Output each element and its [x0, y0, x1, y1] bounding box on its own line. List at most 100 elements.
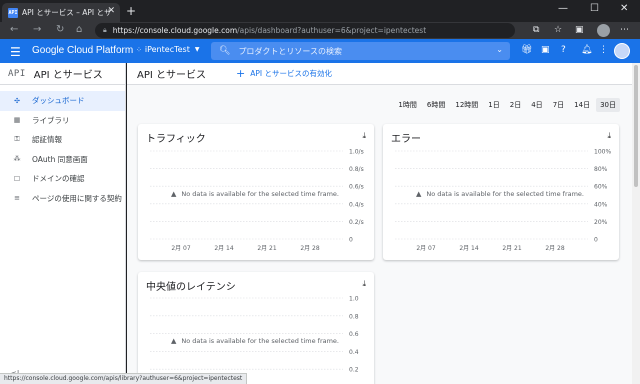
y-tick-label: 0 [349, 237, 353, 244]
search-icon: 🔍︎ [219, 46, 231, 56]
tab-title: API とサービス – API とサービス – iPe [22, 8, 110, 17]
new-tab-icon[interactable]: + [126, 4, 136, 18]
browser-profile-avatar[interactable] [597, 24, 610, 37]
browser-tab[interactable]: API API とサービス – API とサービス – iPe ✕ [2, 3, 120, 22]
window-close-icon[interactable]: ✕ [620, 3, 628, 14]
dashboard-icon: ✣ [14, 96, 20, 105]
url-host: https://console.cloud.google.com [112, 26, 238, 35]
time-range-1[interactable]: 6時間 [423, 98, 449, 112]
errors-card: エラー ⤓ 100% 80% 60% 40% 20% 0 2月 07 2月 14 2月 21 2月… [383, 124, 619, 260]
sidebar-item-credentials[interactable]: ⚿ 認証情報 [0, 130, 125, 150]
notifications-icon[interactable]: 🔔︎ [581, 45, 592, 55]
gift-icon[interactable]: 🎁︎ [521, 45, 532, 55]
time-range-6[interactable]: 7日 [549, 98, 568, 112]
x-tick-label: 2月 21 [502, 245, 522, 252]
sidebar-item-domain-verification[interactable]: ☐ ドメインの確認 [0, 169, 125, 189]
sidebar-item-label: OAuth 同意画面 [32, 154, 88, 164]
browser-toolbar: ← → ↻ ⌂ 🔒︎ https://console.cloud.google.… [0, 22, 640, 39]
time-range-selector: 1時間 6時間 12時間 1日 2日 4日 7日 14日 30日 [392, 98, 620, 112]
browser-menu-icon[interactable]: ⋯ [620, 25, 629, 35]
left-sidebar: API API とサービス ✣ ダッシュボード ▦ ライブラリ ⚿ 認証情報 ⁂… [0, 63, 126, 384]
oauth-icon: ⁂ [13, 155, 21, 164]
plus-icon: + [236, 67, 246, 80]
y-tick-label: 40% [594, 201, 608, 208]
y-tick-label: 80% [594, 166, 608, 173]
scrollbar-thumb[interactable] [634, 65, 638, 187]
hamburger-menu-icon[interactable]: ☰ [10, 45, 21, 59]
latency-no-data: ▲ No data is available for the selected … [171, 337, 339, 345]
lock-icon: 🔒︎ [103, 26, 107, 34]
collections-icon[interactable]: ▣ [575, 25, 584, 35]
sidebar-title: API とサービス [33, 70, 103, 81]
sidebar-item-label: ライブラリ [32, 115, 70, 125]
x-tick-label: 2月 28 [545, 245, 565, 252]
search-input[interactable]: 🔍︎ プロダクトとリソースの検索 ⌄ [211, 42, 510, 60]
sidebar-item-oauth-consent[interactable]: ⁂ OAuth 同意画面 [0, 150, 125, 170]
home-icon[interactable]: ⌂ [76, 24, 82, 35]
y-tick-label: 60% [594, 184, 608, 191]
chevron-down-icon[interactable]: ⌄ [496, 45, 503, 54]
back-icon[interactable]: ← [10, 24, 18, 35]
minimize-icon[interactable]: — [558, 3, 568, 14]
sidebar-item-dashboard[interactable]: ✣ ダッシュボード [0, 91, 125, 111]
errors-no-data: ▲ No data is available for the selected … [416, 190, 584, 198]
y-tick-label: 0.4 [349, 349, 359, 356]
x-tick-label: 2月 07 [171, 245, 191, 252]
no-data-message: No data is available for the selected ti… [426, 190, 584, 198]
cloud-shell-icon[interactable]: ▣ [541, 45, 550, 55]
y-tick-label: 0.2 [349, 367, 359, 374]
time-range-0[interactable]: 1時間 [394, 98, 420, 112]
page-title: API とサービス [137, 70, 206, 81]
time-range-7[interactable]: 14日 [570, 98, 594, 112]
product-title[interactable]: Google Cloud Platform [32, 45, 133, 56]
tab-close-icon[interactable]: ✕ [107, 6, 115, 16]
account-avatar[interactable] [614, 43, 630, 59]
sidebar-item-label: 認証情報 [32, 135, 62, 145]
page-scrollbar[interactable] [632, 63, 640, 384]
time-range-8[interactable]: 30日 [596, 98, 620, 112]
warning-icon: ▲ [416, 190, 422, 198]
y-tick-label: 0.2/s [349, 219, 364, 226]
latency-card: 中央値のレイテンシ ⤓ 1.0 0.8 0.6 0.4 0.2 ▲ No data is… [138, 272, 374, 384]
api-logo-icon: API [8, 68, 26, 79]
main-toolbar: API とサービス + API とサービスの有効化 [127, 63, 632, 85]
sidebar-item-label: ページの使用に関する契約 [32, 193, 122, 203]
y-tick-label: 100% [594, 149, 611, 156]
extension-icon[interactable]: ⧉ [533, 25, 539, 35]
y-tick-label: 1.0/s [349, 149, 364, 156]
time-range-2[interactable]: 12時間 [451, 98, 482, 112]
help-icon[interactable]: ? [561, 45, 566, 55]
sidebar-item-page-usage-agreements[interactable]: ≡ ページの使用に関する契約 [0, 189, 125, 209]
warning-icon: ▲ [171, 337, 177, 345]
time-range-5[interactable]: 4日 [527, 98, 546, 112]
domain-verify-icon: ☐ [13, 174, 21, 183]
time-range-3[interactable]: 1日 [484, 98, 503, 112]
status-bar-url: https://console.cloud.google.com/apis/li… [0, 373, 248, 384]
main-content: API とサービス + API とサービスの有効化 1時間 6時間 12時間 1日 2日… [127, 63, 632, 384]
y-tick-label: 0.8/s [349, 166, 364, 173]
enable-apis-label: API とサービスの有効化 [250, 69, 332, 78]
address-bar[interactable]: 🔒︎ https://console.cloud.google.com /api… [95, 23, 515, 38]
y-tick-label: 0.6 [349, 331, 359, 338]
maximize-icon[interactable]: ☐ [590, 3, 599, 14]
more-vert-icon[interactable]: ⋮ [599, 45, 608, 55]
library-icon: ▦ [13, 116, 21, 125]
y-tick-label: 0 [594, 237, 598, 244]
sidebar-item-library[interactable]: ▦ ライブラリ [0, 111, 125, 131]
no-data-message: No data is available for the selected ti… [181, 190, 339, 198]
x-tick-label: 2月 14 [214, 245, 234, 252]
project-selector[interactable]: ⁘ iPentecTest ▼ [136, 45, 199, 54]
enable-apis-button[interactable]: + API とサービスの有効化 [236, 67, 332, 80]
x-tick-label: 2月 28 [300, 245, 320, 252]
latency-chart: 1.0 0.8 0.6 0.4 0.2 [150, 296, 359, 374]
browser-tabstrip: API API とサービス – API とサービス – iPe ✕ + — ☐ … [0, 0, 640, 22]
sidebar-item-label: ダッシュボード [32, 96, 85, 106]
reload-icon[interactable]: ↻ [56, 24, 64, 35]
favorite-star-icon[interactable]: ☆ [554, 25, 562, 35]
x-tick-label: 2月 21 [257, 245, 277, 252]
traffic-no-data: ▲ No data is available for the selected … [171, 190, 339, 198]
url-path: /apis/dashboard?authuser=6&project=ipent… [237, 26, 427, 35]
y-tick-label: 20% [594, 219, 608, 226]
time-range-4[interactable]: 2日 [506, 98, 525, 112]
forward-icon[interactable]: → [33, 24, 41, 35]
